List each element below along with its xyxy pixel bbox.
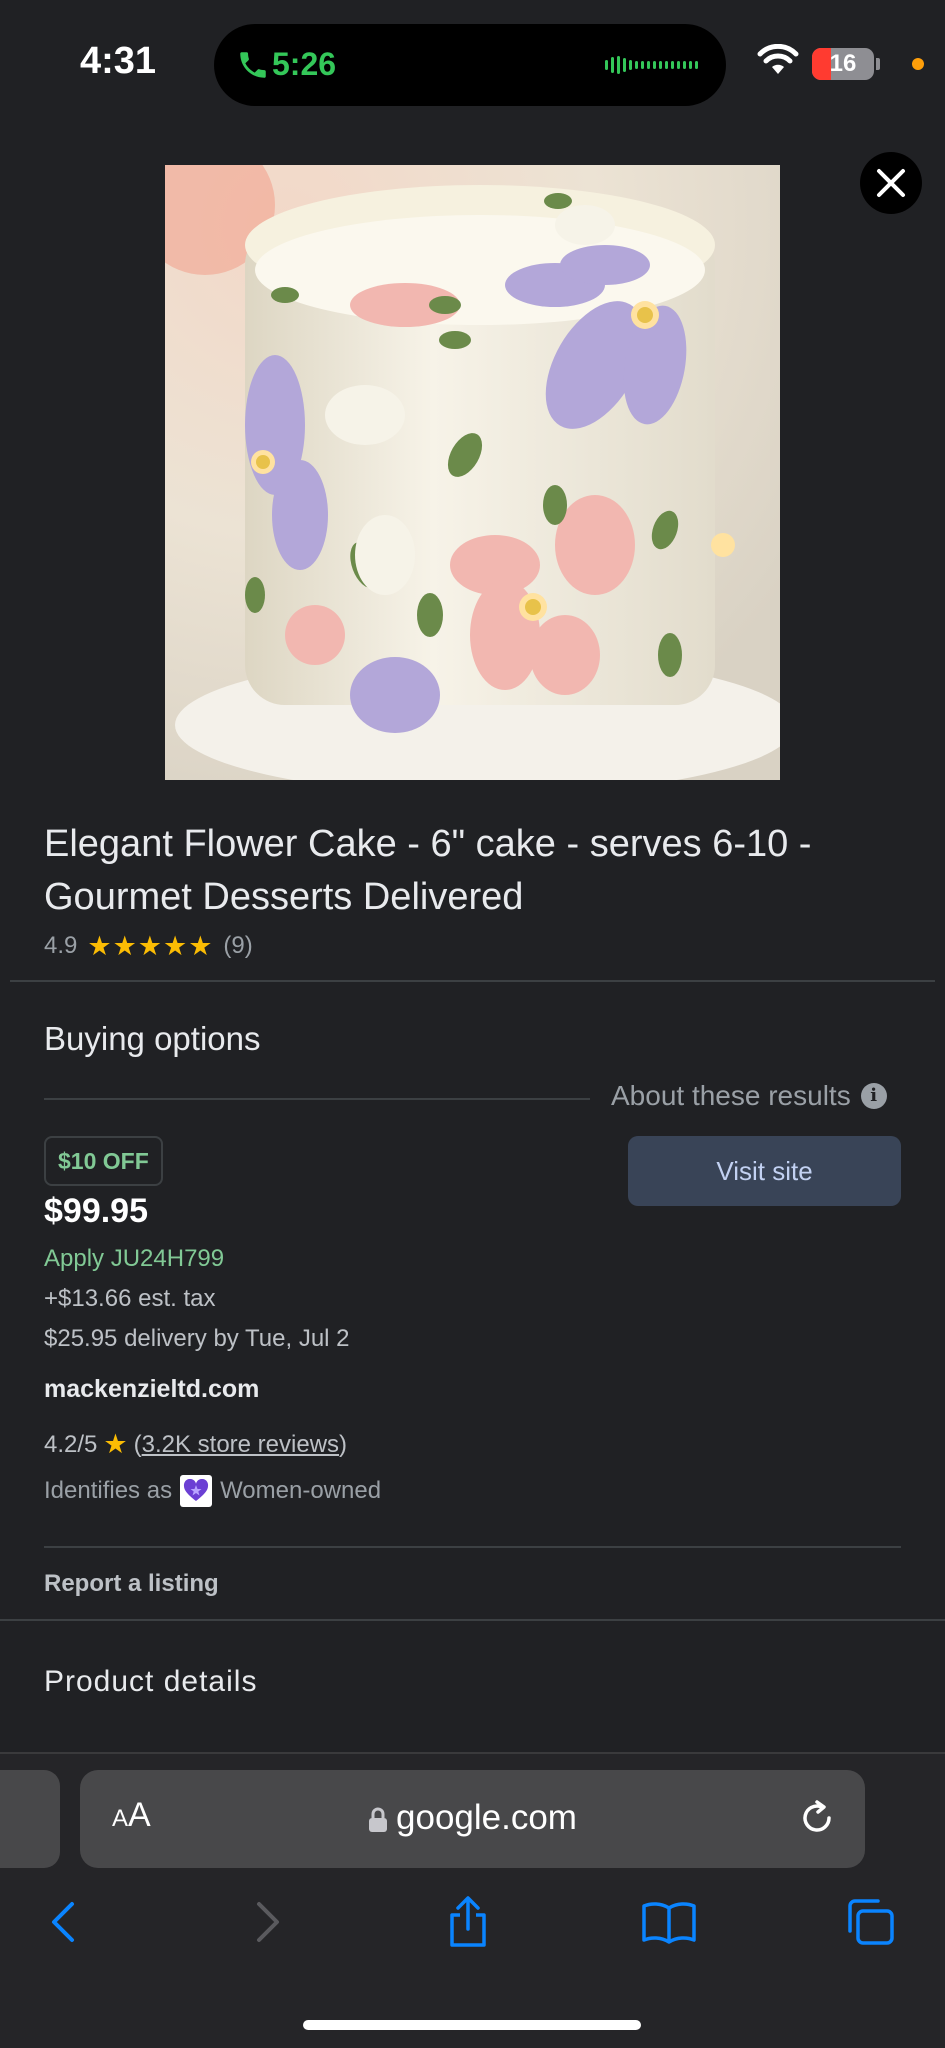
close-button[interactable] bbox=[860, 152, 922, 214]
url-text: google.com bbox=[396, 1798, 577, 1837]
bookmarks-button[interactable] bbox=[639, 1892, 699, 1952]
product-title: Elegant Flower Cake - 6" cake - serves 6… bbox=[44, 823, 812, 918]
store-name[interactable]: mackenzieltd.com bbox=[44, 1375, 259, 1404]
phone-icon bbox=[240, 52, 266, 78]
rating-value: 4.9 bbox=[44, 932, 78, 959]
about-results-label: About these results bbox=[611, 1080, 851, 1111]
divider bbox=[10, 980, 935, 982]
battery-tip bbox=[876, 58, 880, 70]
divider bbox=[44, 1098, 590, 1100]
back-button[interactable] bbox=[33, 1892, 93, 1952]
wifi-icon bbox=[757, 44, 799, 74]
status-bar: 4:31 5:26 16 bbox=[0, 0, 945, 120]
info-icon: i bbox=[860, 1083, 887, 1109]
product-image[interactable] bbox=[165, 165, 780, 780]
bookmarks-icon bbox=[642, 1902, 696, 1944]
battery-level: 16 bbox=[829, 50, 857, 77]
forward-button[interactable] bbox=[238, 1892, 298, 1952]
delivery-info: $25.95 delivery by Tue, Jul 2 bbox=[44, 1325, 350, 1352]
call-duration: 5:26 bbox=[272, 46, 337, 82]
buying-options-heading: Buying options bbox=[44, 1020, 261, 1057]
tabs-icon bbox=[848, 1899, 894, 1945]
battery-icon: 16 bbox=[812, 48, 874, 80]
status-time: 4:31 bbox=[80, 40, 157, 82]
tabs-button[interactable] bbox=[840, 1892, 900, 1952]
product-details-heading[interactable]: Product details bbox=[44, 1665, 257, 1699]
audio-waveform-icon bbox=[605, 56, 698, 74]
product-rating[interactable]: 4.9 ★★★★★ (9) bbox=[44, 930, 253, 962]
url-display[interactable]: google.com bbox=[80, 1798, 865, 1838]
divider bbox=[0, 1752, 945, 1754]
promo-code: Apply JU24H799 bbox=[44, 1245, 225, 1272]
share-icon bbox=[450, 1896, 486, 1947]
star-icon: ★ bbox=[103, 1429, 128, 1459]
store-rating: 4.2/5 ★ (3.2K store reviews) bbox=[44, 1429, 347, 1460]
share-button[interactable] bbox=[438, 1892, 498, 1952]
dynamic-island-call[interactable]: 5:26 bbox=[214, 24, 726, 106]
visit-site-button[interactable]: Visit site bbox=[628, 1136, 901, 1206]
review-count: (9) bbox=[223, 932, 253, 959]
rating-stars: ★★★★★ bbox=[87, 930, 214, 961]
home-indicator[interactable] bbox=[303, 2020, 641, 2030]
close-icon bbox=[877, 169, 905, 197]
report-listing-link[interactable]: Report a listing bbox=[44, 1570, 219, 1598]
heart-icon bbox=[180, 1475, 213, 1507]
estimated-tax: +$13.66 est. tax bbox=[44, 1285, 216, 1312]
chevron-right-icon bbox=[257, 1902, 279, 1942]
reload-icon[interactable] bbox=[797, 1798, 837, 1838]
privacy-indicator-dot bbox=[912, 58, 924, 70]
browser-bottom-bar: AA google.com bbox=[0, 1752, 945, 2048]
address-bar[interactable]: AA google.com bbox=[80, 1770, 865, 1868]
previous-tab-preview[interactable] bbox=[0, 1770, 60, 1868]
identifies-as-label: Identifies as bbox=[44, 1477, 173, 1504]
discount-badge: $10 OFF bbox=[44, 1136, 163, 1186]
price: $99.95 bbox=[44, 1192, 148, 1230]
lock-icon bbox=[369, 1807, 388, 1832]
paren-close: ) bbox=[339, 1430, 348, 1458]
chevron-left-icon bbox=[52, 1902, 74, 1942]
cake-photo bbox=[165, 165, 780, 780]
divider bbox=[44, 1546, 901, 1548]
store-reviews-link[interactable]: 3.2K store reviews bbox=[142, 1431, 339, 1459]
about-results-link[interactable]: About these results i bbox=[611, 1080, 887, 1112]
store-rating-value: 4.2/5 bbox=[44, 1430, 98, 1458]
ownership-attribute: Identifies as Women-owned bbox=[44, 1475, 381, 1507]
browser-toolbar bbox=[0, 1892, 945, 1962]
ownership-label: Women-owned bbox=[220, 1477, 382, 1504]
divider bbox=[0, 1619, 945, 1621]
paren-open: ( bbox=[133, 1430, 142, 1458]
